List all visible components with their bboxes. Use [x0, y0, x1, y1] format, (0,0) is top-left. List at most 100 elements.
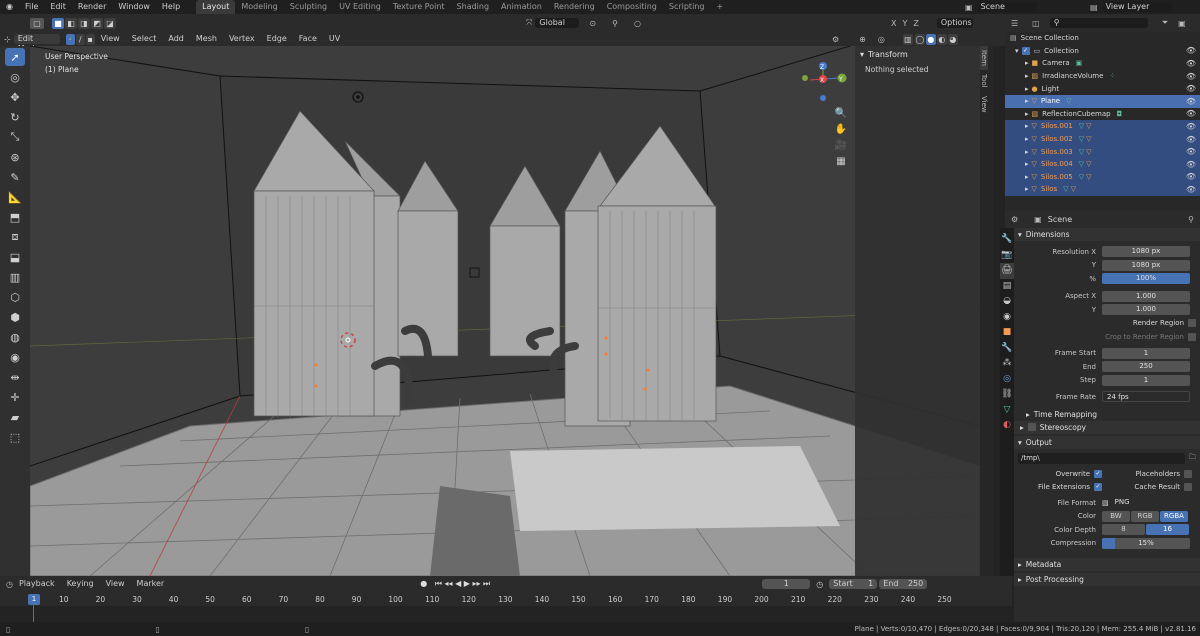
3d-viewport[interactable]: X Y Z User Perspective (1) Plane 🔍 ✋ 🎥 ▦ — [30, 46, 980, 576]
timeline-menu-marker[interactable]: Marker — [131, 577, 171, 591]
shear-tool-icon[interactable]: ▰ — [5, 408, 25, 426]
rotate-tool-icon[interactable]: ↻ — [5, 108, 25, 126]
poly-build-tool-icon[interactable]: ⬢ — [5, 308, 25, 326]
frame-step-field[interactable]: 1 — [1102, 374, 1190, 386]
outliner-item[interactable]: ▸ ▽ Silos.004 ▽ ▽ 👁 — [1005, 157, 1200, 171]
tab-modeling[interactable]: Modeling — [235, 0, 283, 14]
crop-region-checkbox[interactable] — [1188, 332, 1196, 341]
aspect-y-field[interactable]: 1.000 — [1102, 304, 1190, 316]
compression-slider[interactable]: 15% — [1102, 537, 1190, 549]
mirror-z[interactable]: Z — [913, 19, 918, 28]
color-rgba-button[interactable]: RGBA — [1160, 510, 1188, 522]
sidebar-tab-view[interactable]: View — [980, 92, 988, 117]
vp-menu-vertex[interactable]: Vertex — [223, 32, 261, 46]
mode-invert-icon[interactable]: ◩ — [91, 17, 103, 29]
mode-new-icon[interactable]: ■ — [52, 17, 64, 29]
metadata-section[interactable]: ▸ Metadata — [1014, 558, 1200, 571]
timeline-menu-playback[interactable]: Playback — [13, 577, 61, 591]
smooth-tool-icon[interactable]: ◉ — [5, 348, 25, 366]
rendered-shading-icon[interactable]: ◕ — [947, 33, 958, 45]
start-frame-field[interactable]: Start 1 — [829, 579, 878, 589]
jump-end-icon[interactable]: ⏭ — [483, 579, 490, 588]
loop-cut-tool-icon[interactable]: ▥ — [5, 268, 25, 286]
file-extensions-checkbox[interactable]: ✓ — [1094, 483, 1102, 492]
play-icon[interactable]: ▶ — [464, 579, 470, 588]
bevel-tool-icon[interactable]: ⬓ — [5, 248, 25, 266]
rip-tool-icon[interactable]: ⬚ — [5, 428, 25, 446]
menu-window[interactable]: Window — [112, 0, 156, 14]
physics-props-icon[interactable]: ◎ — [1003, 372, 1011, 388]
menu-render[interactable]: Render — [72, 0, 112, 14]
tab-shading[interactable]: Shading — [451, 0, 496, 14]
frame-start-field[interactable]: 1 — [1102, 347, 1190, 359]
tab-uv-editing[interactable]: UV Editing — [333, 0, 387, 14]
visibility-eye-icon[interactable]: 👁 — [1186, 109, 1196, 118]
sidebar-tab-item[interactable]: Item — [980, 46, 988, 70]
mode-extend-icon[interactable]: ◧ — [65, 17, 77, 29]
view-layer-selector[interactable]: ▤ View Layer — [1090, 1, 1172, 13]
menu-file[interactable]: File — [19, 0, 44, 14]
tab-texture-paint[interactable]: Texture Point — [387, 0, 451, 14]
data-props-icon[interactable]: ▽ — [1004, 403, 1011, 419]
cursor-tool-icon[interactable]: ◎ — [5, 68, 25, 86]
inset-tool-icon[interactable]: ⧈ — [5, 228, 25, 246]
visibility-eye-icon[interactable]: 👁 — [1186, 46, 1196, 55]
outliner-item[interactable]: ▸ ▽ Silos.005 ▽ ▽ 👁 — [1005, 170, 1200, 184]
tab-compositing[interactable]: Compositing — [601, 0, 663, 14]
constraints-props-icon[interactable]: ⛓ — [1001, 387, 1012, 403]
post-processing-section[interactable]: ▸ Post Processing — [1014, 573, 1200, 586]
collection-checkbox[interactable]: ✓ — [1021, 46, 1030, 55]
collapse-arrow-icon[interactable]: ▾ — [860, 50, 864, 59]
visibility-eye-icon[interactable]: 👁 — [1186, 147, 1196, 156]
menu-edit[interactable]: Edit — [44, 0, 72, 14]
clock-icon[interactable]: ◷ — [816, 580, 823, 589]
tab-rendering[interactable]: Rendering — [548, 0, 601, 14]
world-props-icon[interactable]: ◉ — [1003, 310, 1011, 326]
prev-key-icon[interactable]: ◂◂ — [444, 579, 452, 588]
current-frame-field[interactable]: 1 — [762, 579, 811, 589]
pin-icon[interactable]: ⚲ — [1188, 215, 1194, 224]
dimensions-section-header[interactable]: ▾ Dimensions — [1014, 228, 1200, 241]
shrink-fatten-tool-icon[interactable]: ✛ — [5, 388, 25, 406]
tab-scripting[interactable]: Scripting — [663, 0, 711, 14]
visibility-eye-icon[interactable]: 👁 — [1186, 160, 1196, 169]
pivot-icon[interactable]: ⊙ — [589, 19, 596, 28]
extrude-tool-icon[interactable]: ⬒ — [5, 208, 25, 226]
blender-logo-icon[interactable]: ◉ — [0, 0, 19, 14]
material-props-icon[interactable]: ◐ — [1003, 418, 1011, 434]
resolution-x-field[interactable]: 1080 px — [1102, 246, 1190, 258]
tab-animation[interactable]: Animation — [495, 0, 548, 14]
mirror-x[interactable]: X — [891, 19, 896, 28]
scene-props-icon[interactable]: ◒ — [1003, 294, 1011, 310]
depth-16-button[interactable]: 16 — [1146, 524, 1189, 536]
material-shading-icon[interactable]: ◐ — [936, 33, 947, 45]
select-tool-icon[interactable]: ➚ — [5, 48, 25, 66]
vp-menu-add[interactable]: Add — [162, 32, 190, 46]
resolution-percent-slider[interactable]: 100% — [1102, 273, 1190, 285]
transform-tool-icon[interactable]: ⊛ — [5, 148, 25, 166]
properties-editor-icon[interactable]: ⚙ — [1011, 215, 1018, 224]
filter-icon[interactable]: ⏷ — [1162, 18, 1168, 28]
edge-select-icon[interactable]: / — [75, 33, 85, 45]
frame-rate-dropdown[interactable]: 24 fps — [1102, 391, 1190, 403]
vp-menu-edge[interactable]: Edge — [261, 32, 293, 46]
visibility-eye-icon[interactable]: 👁 — [1186, 59, 1196, 68]
modifier-props-icon[interactable]: 🔧 — [1001, 341, 1012, 357]
move-tool-icon[interactable]: ✥ — [5, 88, 25, 106]
new-collection-icon[interactable]: ▣ — [1178, 19, 1186, 28]
visibility-eye-icon[interactable]: 👁 — [1186, 84, 1196, 93]
resolution-y-field[interactable]: 1080 px — [1102, 259, 1190, 271]
vp-menu-view[interactable]: View — [95, 32, 126, 46]
mode-intersect-icon[interactable]: ◪ — [104, 17, 116, 29]
outliner-item[interactable]: ▸ ▽ Silos.003 ▽ ▽ 👁 — [1005, 145, 1200, 158]
solid-shading-icon[interactable]: ● — [925, 33, 936, 45]
outliner-item[interactable]: ▸ ▨ IrradianceVolume ⁘ 👁 — [1005, 70, 1200, 83]
scene-name[interactable]: Scene — [976, 2, 1037, 12]
spin-tool-icon[interactable]: ◍ — [5, 328, 25, 346]
ortho-toggle-icon[interactable]: ▦ — [834, 154, 848, 170]
snap-icon[interactable]: ⚲ — [612, 19, 618, 28]
proportional-edit-icon[interactable]: ○ — [634, 19, 641, 28]
annotate-tool-icon[interactable]: ✎ — [5, 168, 25, 186]
tab-layout[interactable]: Layout — [196, 0, 236, 14]
object-props-icon[interactable]: ■ — [1003, 325, 1012, 341]
